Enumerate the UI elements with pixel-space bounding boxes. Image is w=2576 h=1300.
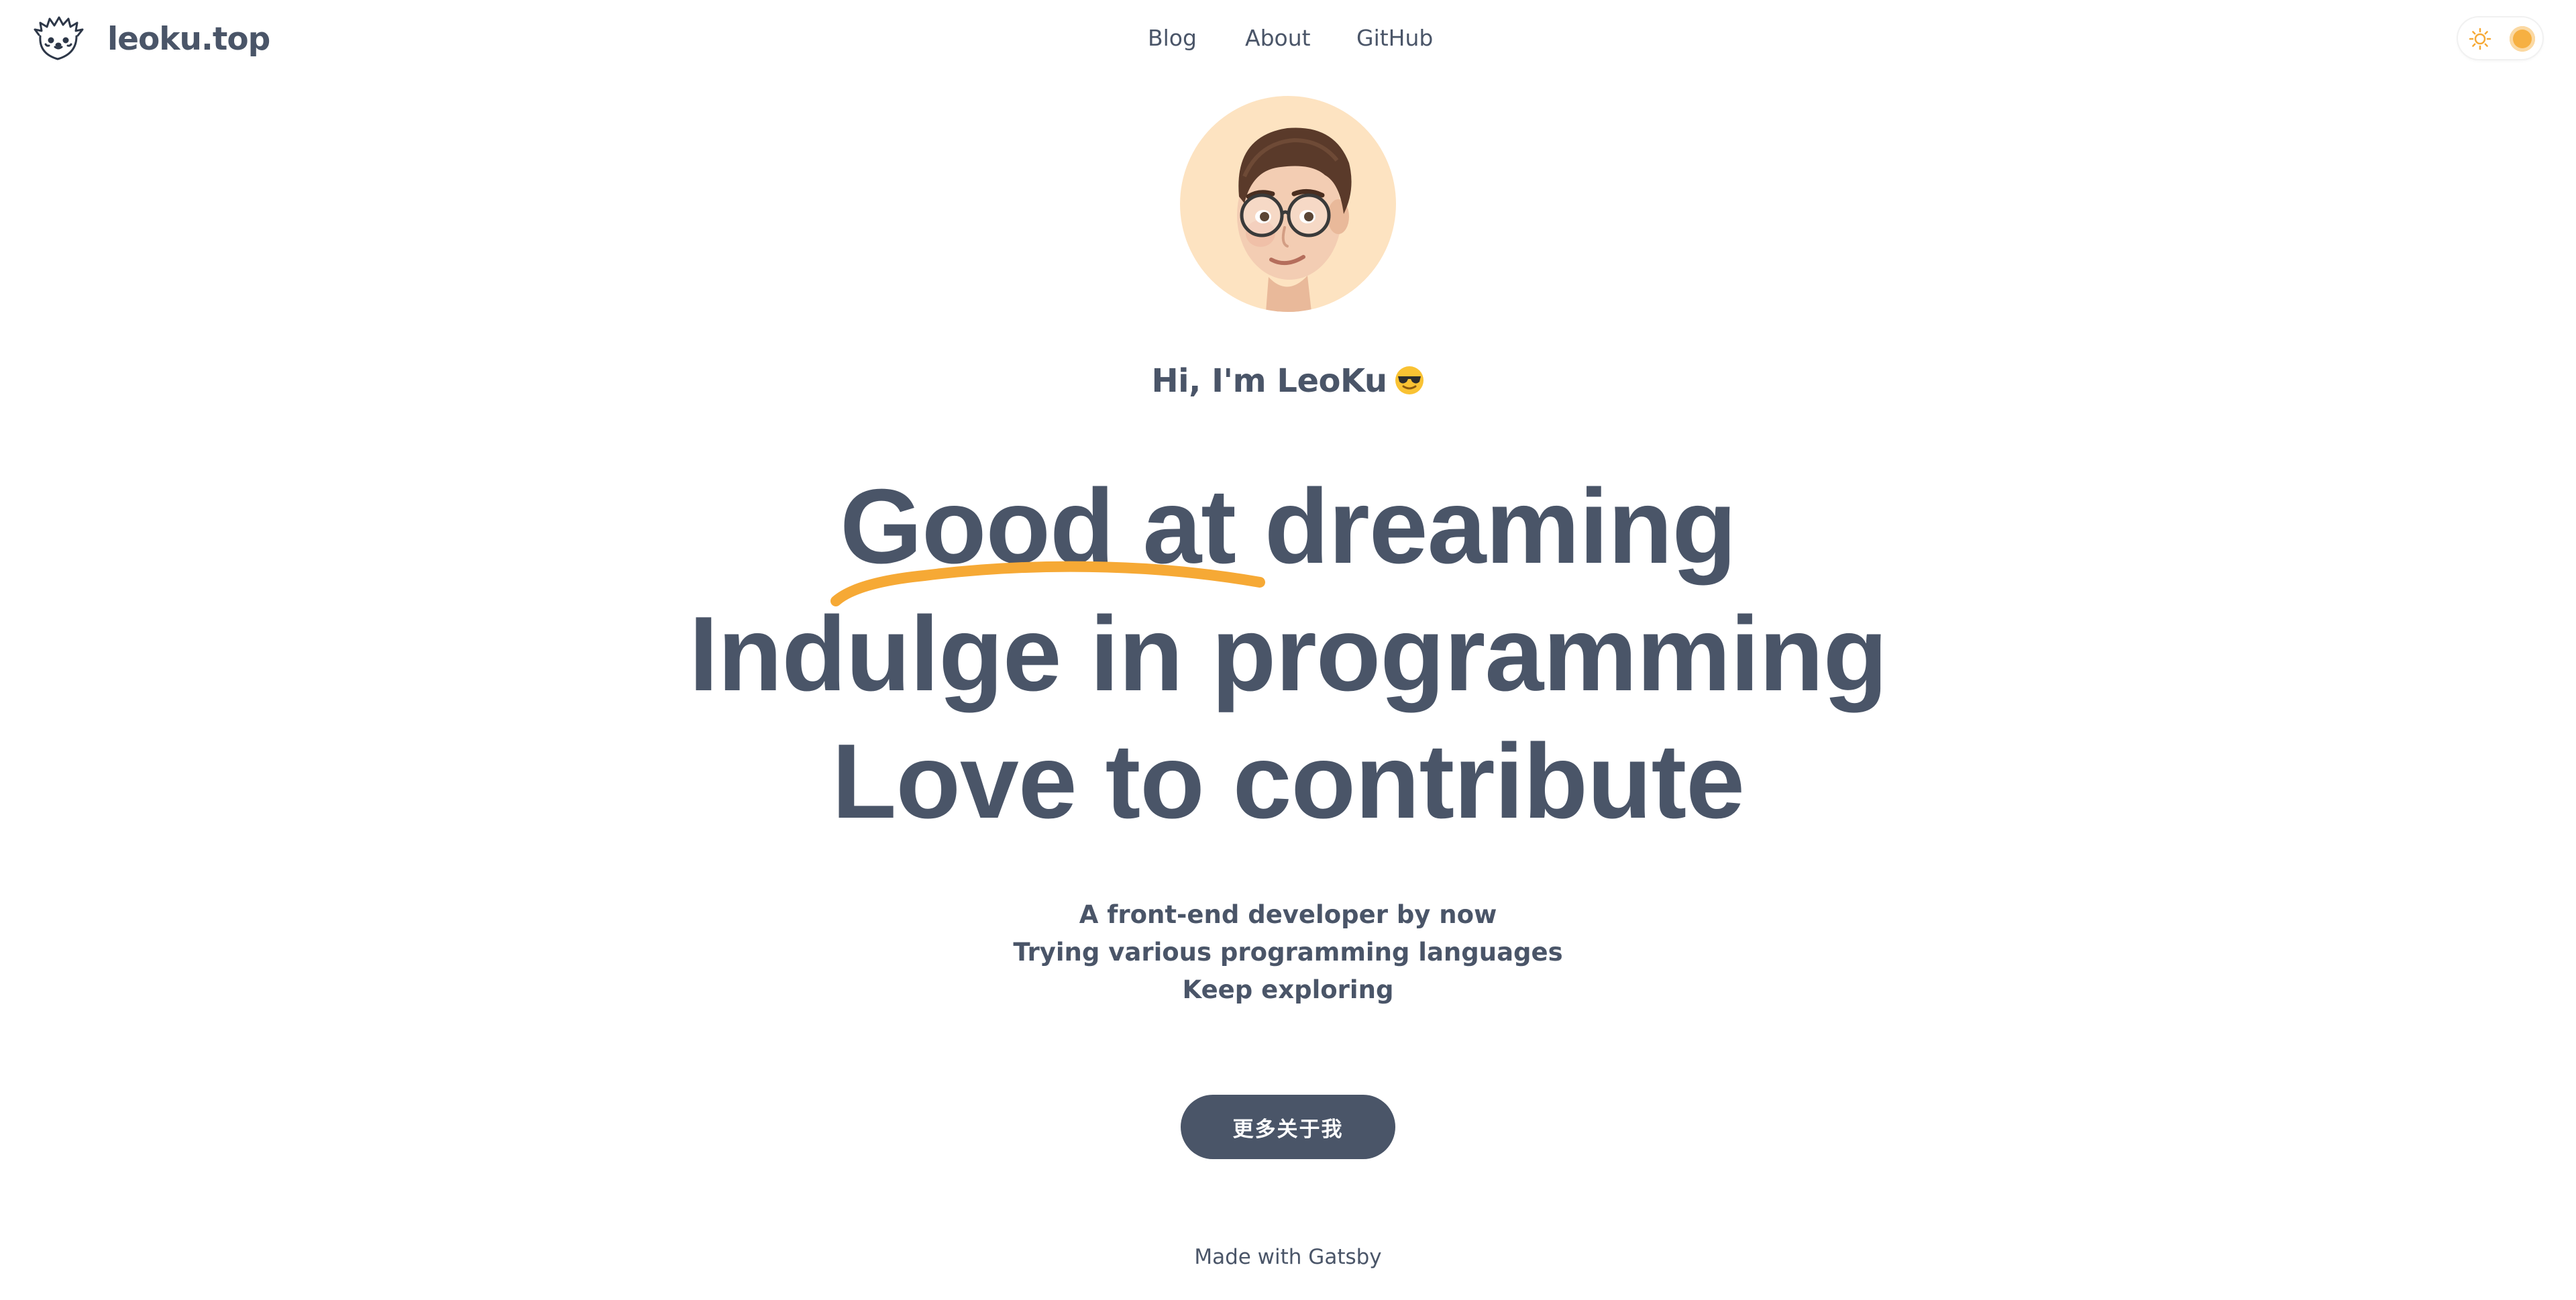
headline-line-1: Good at dreaming [840, 468, 1737, 586]
avatar [1180, 96, 1396, 312]
intro-line-3: Keep exploring [1182, 975, 1394, 1004]
nav-link-github[interactable]: GitHub [1356, 21, 1433, 55]
sunglasses-emoji-icon [1395, 366, 1424, 394]
footer: Made with Gatsby [0, 1245, 2576, 1269]
footer-text: Made with Gatsby [1194, 1245, 1382, 1269]
headline: Good at dreaming Indulge in programming … [0, 463, 2576, 845]
intro-line-2: Trying various programming languages [1013, 938, 1563, 967]
sun-icon [2469, 28, 2491, 50]
greeting-text: Hi, I'm LeoKu [1151, 362, 1388, 400]
main-nav: Blog About GitHub [0, 21, 2576, 55]
headline-line-2: Indulge in programming [688, 595, 1888, 713]
memoji-avatar-icon [1237, 127, 1352, 312]
toggle-knob [2510, 26, 2535, 52]
intro-text: A front-end developer by now Trying vari… [0, 896, 2576, 1009]
intro-line-1: A front-end developer by now [1079, 900, 1497, 929]
nav-link-about[interactable]: About [1245, 21, 1311, 55]
more-about-me-button[interactable]: 更多关于我 [1181, 1095, 1395, 1159]
nav-link-blog[interactable]: Blog [1148, 21, 1197, 55]
headline-line-3: Love to contribute [831, 722, 1745, 841]
theme-toggle[interactable] [2458, 17, 2542, 59]
greeting: Hi, I'm LeoKu [0, 362, 2576, 400]
site-header: leoku.top Blog About GitHub [0, 0, 2576, 75]
